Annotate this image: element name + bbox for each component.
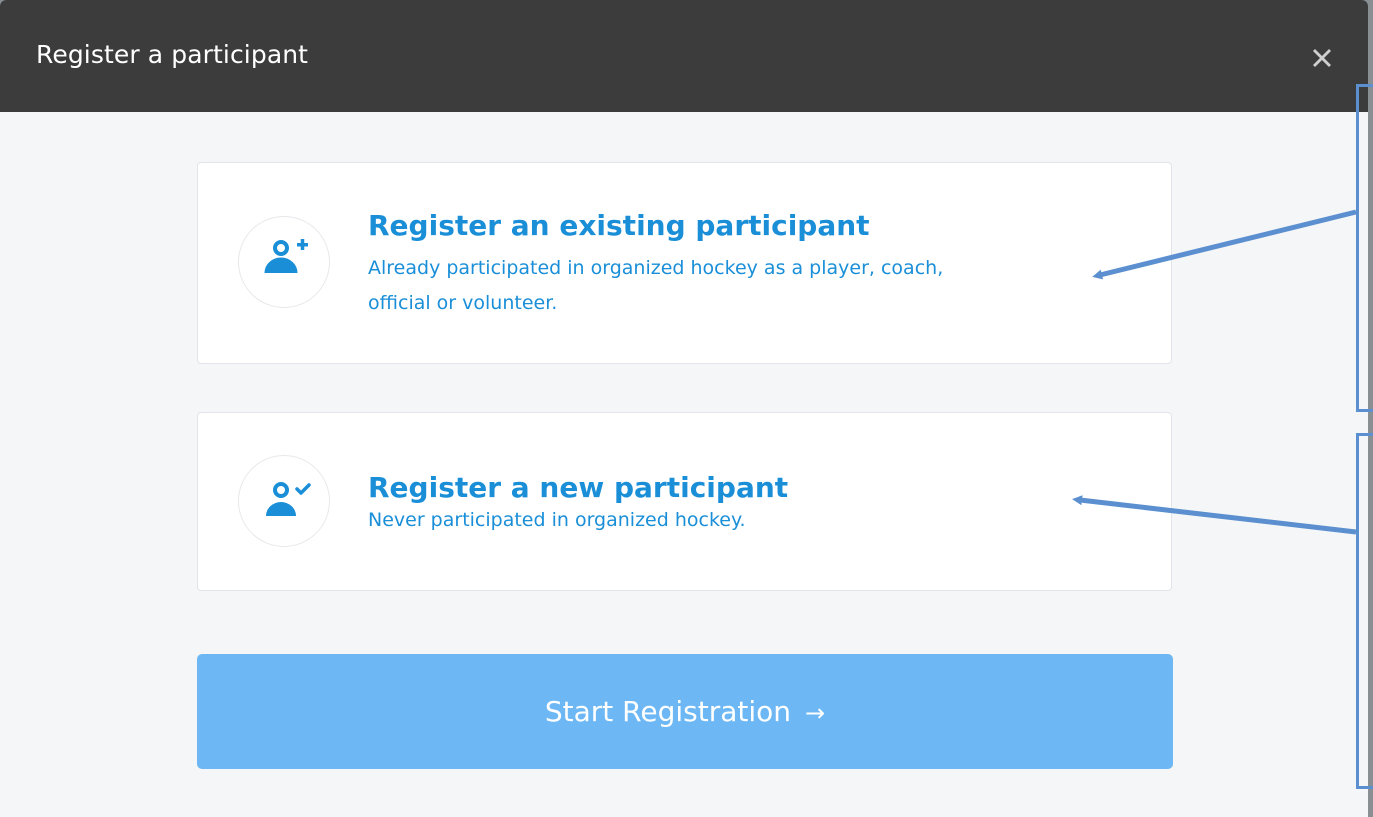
user-plus-icon: [264, 239, 308, 274]
option-new-description: Never participated in organized hockey.: [368, 509, 746, 531]
register-participant-modal: Register a participant Register an exist…: [0, 0, 1368, 817]
option-new-title: Register a new participant: [368, 471, 789, 504]
modal-body: Register an existing participant Already…: [0, 112, 1368, 817]
close-button[interactable]: [1306, 42, 1338, 74]
avatar-circle: [238, 216, 330, 308]
start-registration-label: Start Registration: [544, 695, 792, 728]
option-new-participant[interactable]: Register a new participant Never partici…: [197, 412, 1172, 591]
option-existing-description: Already participated in organized hockey…: [368, 257, 944, 314]
option-existing-title: Register an existing participant: [368, 209, 870, 242]
modal-header: Register a participant: [0, 0, 1368, 112]
user-check-icon: [266, 482, 311, 516]
arrow-right-icon: →: [805, 699, 826, 727]
modal-title: Register a participant: [36, 40, 309, 69]
avatar-circle: [238, 455, 330, 547]
option-existing-participant[interactable]: Register an existing participant Already…: [197, 162, 1172, 364]
close-x-icon: [1313, 49, 1331, 67]
start-registration-button[interactable]: Start Registration →: [197, 654, 1173, 769]
